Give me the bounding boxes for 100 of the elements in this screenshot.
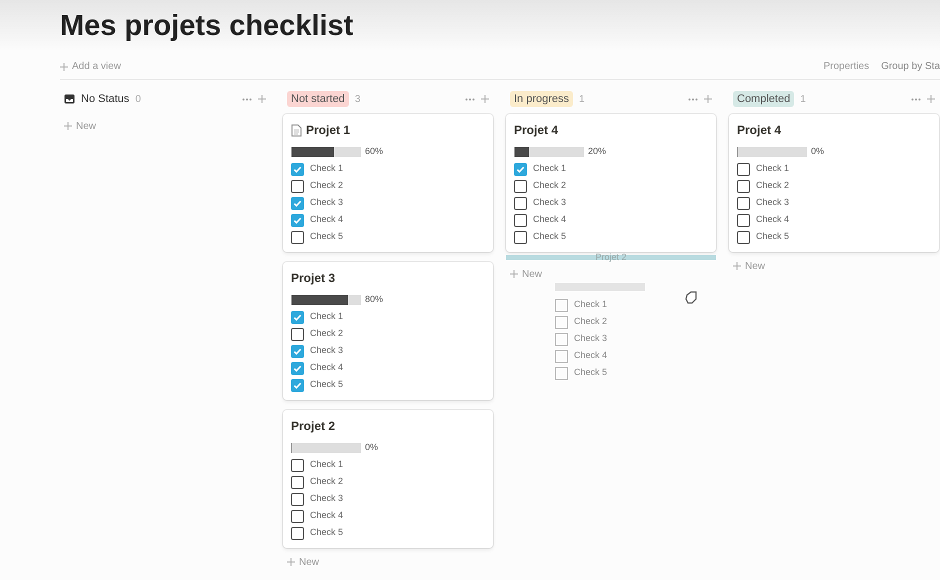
more-icon[interactable]: [911, 98, 921, 100]
more-icon[interactable]: [465, 98, 475, 100]
column-label: No Status: [81, 92, 130, 107]
check-label: Check 5: [533, 230, 566, 244]
new-button[interactable]: New: [60, 116, 270, 136]
checkbox[interactable]: [291, 230, 304, 244]
check-label: Check 4: [310, 509, 344, 522]
card-title: Projet 3: [291, 270, 336, 287]
checkbox[interactable]: [291, 510, 304, 522]
progress-percent: 60%: [365, 145, 384, 158]
check-label: Check 3: [533, 196, 566, 210]
check-label: Check 1: [756, 162, 790, 176]
column-count: 1: [579, 92, 585, 106]
checkbox[interactable]: [291, 196, 304, 210]
checkbox[interactable]: [514, 230, 527, 244]
status-tag[interactable]: In progress: [510, 90, 574, 108]
project-card[interactable]: Projet 1 60% Check 1 Check 2 Check 3 Check 4 Check 5: [283, 114, 493, 252]
plus-icon: [704, 95, 712, 103]
progress-percent: 80%: [365, 293, 384, 306]
check-label: Check 2: [574, 315, 608, 328]
project-card[interactable]: Projet 3 80% Check 1 Check 2 Check 3 Check 4 Check 5: [283, 262, 493, 400]
checkbox[interactable]: [291, 526, 304, 540]
card-title: Projet 4: [737, 122, 782, 139]
checkbox[interactable]: [291, 476, 304, 488]
status-tag[interactable]: Completed: [733, 90, 794, 108]
column-count: 3: [354, 92, 360, 106]
project-card[interactable]: Projet 4 20% Check 1 Check 2 Check 3 Check 4 Check 5: [506, 114, 716, 252]
plus-icon: [510, 270, 518, 278]
checkbox[interactable]: [291, 162, 304, 176]
new-button[interactable]: New: [729, 256, 939, 276]
check-label: Check 2: [310, 179, 344, 192]
plus-icon: [927, 95, 935, 103]
card-title: Projet 1: [306, 122, 350, 139]
check-label: Check 4: [756, 213, 790, 226]
card-title: Projet 2: [291, 418, 336, 435]
checkbox[interactable]: [291, 214, 304, 226]
check-label: Check 1: [310, 162, 344, 176]
check-label: Check 5: [310, 526, 344, 540]
checkbox[interactable]: [737, 214, 750, 226]
check-label: Check 2: [310, 475, 344, 488]
page-title: Mes projets checklist: [60, 9, 354, 44]
column-count: 0: [135, 92, 141, 106]
check-label: Check 3: [756, 196, 790, 210]
properties-button[interactable]: Properties: [824, 59, 870, 74]
check-label: Check 3: [574, 332, 608, 346]
checkbox[interactable]: [514, 196, 527, 210]
add-view-button[interactable]: Add a view: [60, 59, 121, 74]
check-label: Check 2: [310, 327, 344, 340]
inbox-icon: [64, 94, 75, 104]
check-label: Check 5: [574, 366, 608, 380]
check-label: Check 4: [574, 349, 608, 362]
plus-icon: [64, 122, 72, 130]
project-card[interactable]: Projet 2 0% Check 1 Check 2 Check 3 Check 4 Check 5: [283, 410, 493, 548]
check-label: Check 1: [310, 310, 344, 324]
drop-indicator-label: Projet 2: [595, 253, 627, 262]
card-title: Projet 4: [514, 122, 558, 139]
project-card[interactable]: Projet 4 0% Check 1 Check 2 Check 3 Check 4 Check 5: [729, 114, 939, 252]
checkbox[interactable]: [514, 162, 527, 176]
new-button[interactable]: New: [506, 264, 716, 284]
check-label: Check 4: [310, 213, 344, 226]
checkbox[interactable]: [737, 230, 750, 244]
check-label: Check 1: [574, 298, 608, 312]
check-label: Check 5: [756, 230, 790, 244]
check-label: Check 3: [310, 344, 344, 358]
progress-percent: 0%: [811, 145, 824, 158]
plus-icon: [481, 95, 489, 103]
check-label: Check 3: [310, 196, 344, 210]
check-label: Check 3: [310, 492, 344, 506]
more-icon[interactable]: [242, 98, 252, 100]
new-button[interactable]: New: [283, 552, 493, 572]
check-label: Check 2: [533, 179, 566, 192]
check-label: Check 1: [310, 458, 344, 472]
check-label: Check 2: [756, 179, 790, 192]
checkbox[interactable]: [514, 214, 527, 226]
checkbox[interactable]: [737, 196, 750, 210]
check-label: Check 4: [310, 361, 344, 374]
column-count: 1: [800, 92, 806, 106]
checkbox[interactable]: [291, 492, 304, 506]
checkbox[interactable]: [291, 328, 304, 340]
group-by-button[interactable]: Group by Sta: [881, 59, 940, 74]
checkbox[interactable]: [291, 378, 304, 392]
checkbox[interactable]: [514, 180, 527, 192]
checkbox[interactable]: [737, 162, 750, 176]
check-label: Check 4: [533, 213, 566, 226]
checkbox[interactable]: [291, 458, 304, 472]
checkbox[interactable]: [291, 180, 304, 192]
plus-icon: [60, 62, 68, 70]
checkbox[interactable]: [737, 180, 750, 192]
plus-icon: [287, 558, 295, 566]
check-label: Check 5: [310, 378, 344, 392]
status-tag[interactable]: Not started: [287, 90, 349, 108]
check-label: Check 1: [533, 162, 566, 176]
checkbox[interactable]: [291, 362, 304, 374]
checkbox[interactable]: [291, 310, 304, 324]
more-icon[interactable]: [688, 98, 698, 100]
plus-icon: [733, 262, 741, 270]
checkbox[interactable]: [291, 344, 304, 358]
plus-icon: [258, 95, 266, 103]
progress-percent: 20%: [588, 145, 606, 158]
check-label: Check 5: [310, 230, 344, 244]
